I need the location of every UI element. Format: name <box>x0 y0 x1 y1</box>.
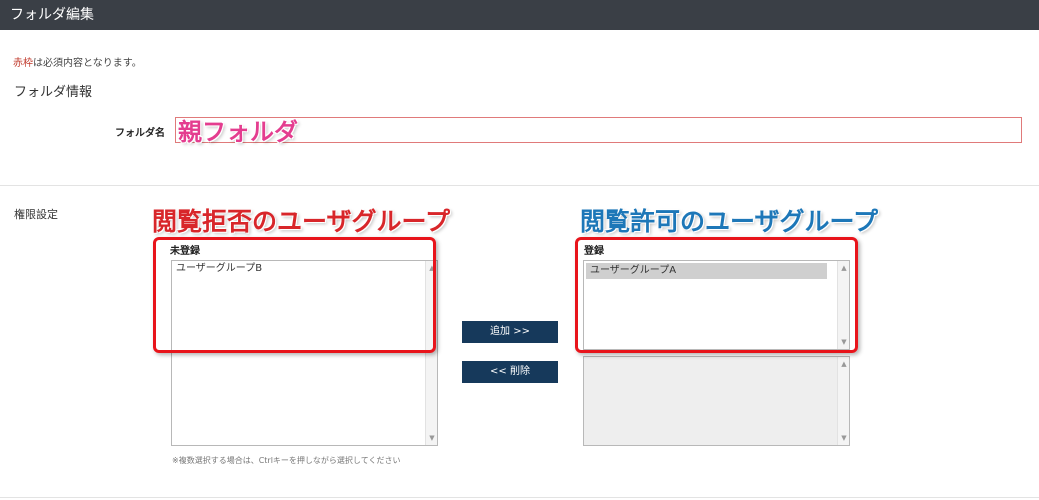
registered-listbox[interactable]: ユーザーグループA ▲ ▼ <box>583 260 850 350</box>
section-divider <box>0 185 1039 186</box>
required-note: 赤枠は必須内容となります。 <box>13 54 142 69</box>
add-button[interactable]: 追加 >> <box>462 321 558 343</box>
remove-button[interactable]: << 削除 <box>462 361 558 383</box>
required-note-text: は必須内容となります。 <box>33 58 142 69</box>
permission-settings-label: 権限設定 <box>14 208 58 221</box>
bottom-divider <box>0 497 1039 498</box>
scroll-up-icon[interactable]: ▲ <box>838 359 850 369</box>
scrollbar[interactable]: ▲ ▼ <box>425 261 437 445</box>
allow-group-annotation: 閲覧許可のユーザグループ <box>580 207 879 236</box>
folder-info-heading: フォルダ情報 <box>14 85 93 100</box>
scrollbar[interactable]: ▲ ▼ <box>837 261 849 349</box>
registered-header: 登録 <box>584 246 604 257</box>
list-item[interactable]: ユーザーグループA <box>586 263 827 279</box>
registered-listbox-extension: ▲ ▼ <box>583 356 850 446</box>
unregistered-listbox[interactable]: ユーザーグループB ▲ ▼ <box>171 260 438 446</box>
deny-group-annotation: 閲覧拒否のユーザグループ <box>152 207 451 236</box>
scroll-up-icon[interactable]: ▲ <box>426 263 438 273</box>
scroll-down-icon[interactable]: ▼ <box>426 433 438 443</box>
scroll-down-icon[interactable]: ▼ <box>838 433 850 443</box>
folder-name-label: フォルダ名 <box>115 128 165 139</box>
multi-select-hint: ※複数選択する場合は、Ctrlキーを押しながら選択してください <box>172 456 401 465</box>
page-title: フォルダ編集 <box>0 0 1039 30</box>
scrollbar[interactable]: ▲ ▼ <box>837 357 849 445</box>
scroll-down-icon[interactable]: ▼ <box>838 337 850 347</box>
scroll-up-icon[interactable]: ▲ <box>838 263 850 273</box>
required-note-red: 赤枠 <box>13 58 33 69</box>
folder-name-input[interactable] <box>175 117 1022 143</box>
list-item[interactable]: ユーザーグループB <box>172 261 437 277</box>
unregistered-header: 未登録 <box>170 246 200 257</box>
